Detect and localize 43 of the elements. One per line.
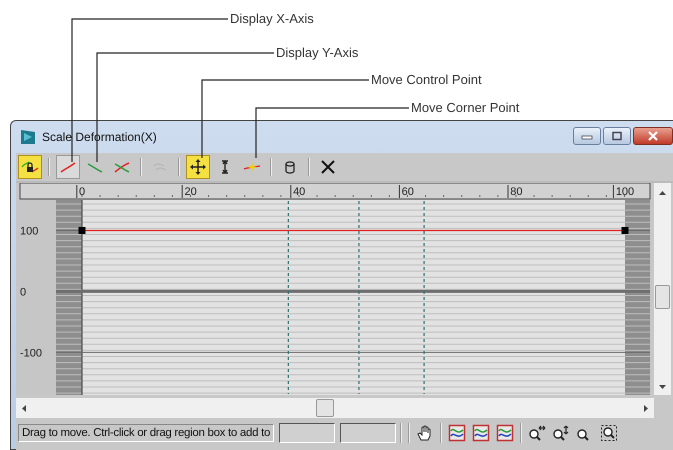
toolbar-button[interactable] [18,155,42,179]
move-icon [189,158,207,176]
callout-label: Display Y-Axis [276,44,358,62]
tick-label: 80 [510,186,523,198]
tool-button[interactable] [470,422,492,444]
tick-label: 40 [293,186,306,198]
tick-label: 20 [184,186,197,198]
input-field[interactable] [340,423,396,443]
maximize-button[interactable] [603,127,631,145]
zoom-icon [552,424,570,442]
maximize-icon [611,131,623,141]
zoom-region-icon [600,424,618,442]
down-arrow-icon [659,385,666,389]
close-button[interactable] [633,127,673,145]
curves-frame-icon [496,424,514,442]
curves-frame-icon [472,424,490,442]
right-arrow-icon [644,404,648,412]
toolbar-button[interactable] [186,155,210,179]
curves-frame-icon [448,424,466,442]
callout-label: Display X-Axis [230,10,314,28]
tick-label: 100 [20,225,38,238]
scroll-thumb[interactable] [655,285,670,309]
minimize-button[interactable] [573,127,601,145]
tick-label: 0 [20,286,26,298]
tick-label: 100 [616,186,634,198]
up-arrow-icon [659,191,666,195]
vertical-scrollbar[interactable] [654,183,671,395]
input-field[interactable] [279,423,336,443]
app-icon [20,129,36,145]
tool-button[interactable] [494,422,516,444]
status-message: Drag to move. Ctrl-click or drag region box to add to [18,424,274,442]
close-icon [647,131,659,141]
horizontal-scrollbar[interactable] [16,398,654,418]
delete-icon [319,158,337,176]
tick-label: 60 [402,186,414,198]
tick-label: 0 [78,186,86,198]
left-arrow-icon [22,404,26,412]
scroll-thumb[interactable] [316,399,334,417]
callout-label: Move Control Point [371,71,482,89]
tool-button[interactable] [446,422,468,444]
zoom-icon [528,424,546,442]
tick-label: -100 [20,347,42,360]
callout-label: Move Corner Point [411,99,520,117]
